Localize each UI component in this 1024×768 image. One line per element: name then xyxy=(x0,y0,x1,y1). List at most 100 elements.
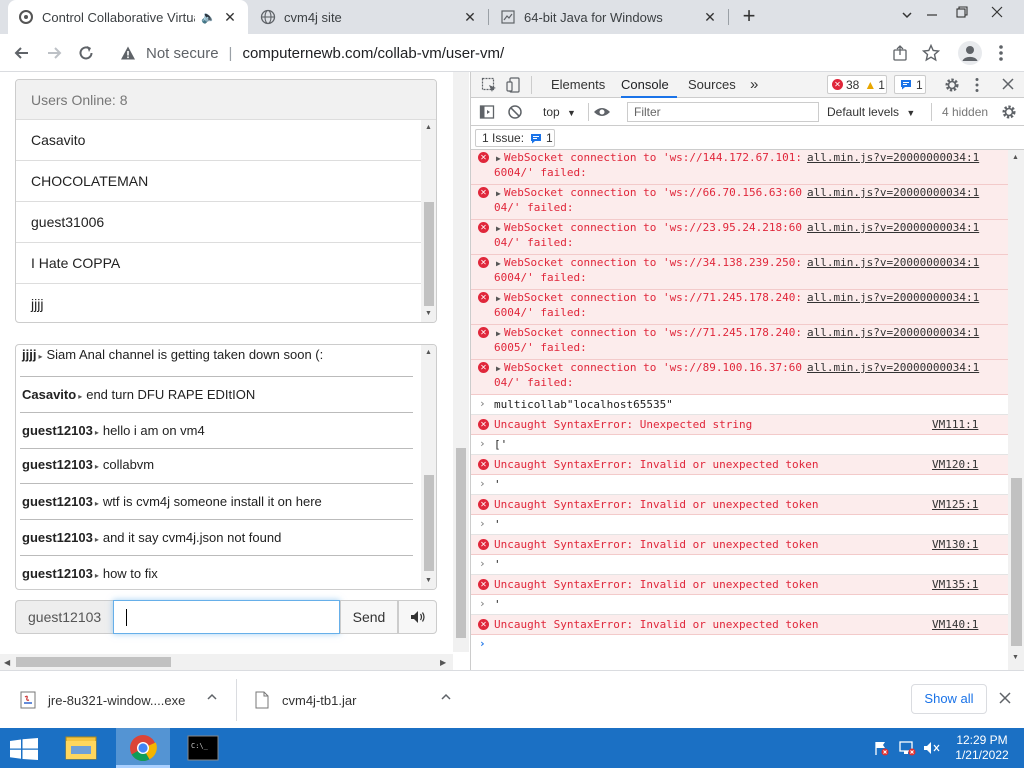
console-settings-gear-icon[interactable] xyxy=(1001,104,1017,120)
source-link[interactable]: all.min.js?v=20000000034:1 xyxy=(807,151,979,165)
tab-cvm4j-site[interactable]: cvm4j site ✕ xyxy=(250,0,488,34)
console-error-row[interactable]: ✕ ▶ WebSocket connection to 'ws://66.70.… xyxy=(471,185,1008,220)
devtools-settings-gear-icon[interactable] xyxy=(944,77,960,93)
console-input-echo[interactable]: › [' xyxy=(471,435,1008,455)
tab-64bit-java[interactable]: 64-bit Java for Windows ✕ xyxy=(490,0,728,34)
source-link[interactable]: VM120:1 xyxy=(932,458,978,472)
tab-console[interactable]: Console xyxy=(621,72,677,98)
scrollbar-thumb[interactable] xyxy=(1011,478,1022,646)
console-error-row[interactable]: ✕ ▶ WebSocket connection to 'ws://144.17… xyxy=(471,150,1008,185)
user-list-scrollbar[interactable]: ▲ ▼ xyxy=(421,120,436,322)
scroll-right-arrow-icon[interactable]: ▶ xyxy=(440,658,446,667)
console-input-echo[interactable]: › ' xyxy=(471,595,1008,615)
source-link[interactable]: VM140:1 xyxy=(932,618,978,632)
close-window-button[interactable] xyxy=(990,5,1004,19)
tab-elements[interactable]: Elements xyxy=(551,72,605,98)
download-item[interactable]: cvm4j-tb1.jar xyxy=(245,679,465,721)
command-prompt-icon[interactable]: C:\_ xyxy=(176,730,230,766)
chevron-up-icon[interactable] xyxy=(206,691,218,703)
console-error-row[interactable]: ✕ Uncaught SyntaxError: Invalid or unexp… xyxy=(471,615,1008,635)
scrollbar-thumb[interactable] xyxy=(16,657,171,667)
log-levels-dropdown[interactable]: Default levels ▼ xyxy=(827,105,915,119)
console-input-echo[interactable]: › ' xyxy=(471,515,1008,535)
close-devtools-icon[interactable] xyxy=(1001,77,1015,91)
scroll-up-arrow-icon[interactable]: ▲ xyxy=(425,349,432,356)
download-item[interactable]: jre-8u321-window....exe xyxy=(10,679,230,721)
tab-audio-icon[interactable]: 🔈 xyxy=(201,10,216,24)
not-secure-warning-icon[interactable] xyxy=(120,45,136,61)
console-error-row[interactable]: ✕ Uncaught SyntaxError: Invalid or unexp… xyxy=(471,455,1008,475)
show-sidebar-icon[interactable] xyxy=(479,104,495,120)
address-bar[interactable]: Not secure | computernewb.com/collab-vm/… xyxy=(112,37,950,69)
forward-arrow-icon[interactable] xyxy=(45,44,63,62)
scroll-down-arrow-icon[interactable]: ▼ xyxy=(1012,654,1019,661)
new-tab-button[interactable]: + xyxy=(738,5,760,27)
minimize-window-button[interactable] xyxy=(925,8,939,22)
more-tabs-icon[interactable]: » xyxy=(750,72,758,98)
tab-close-icon[interactable]: ✕ xyxy=(702,9,718,26)
expand-triangle-icon[interactable]: ▶ xyxy=(496,257,501,271)
source-link[interactable]: all.min.js?v=20000000034:1 xyxy=(807,186,979,200)
reload-icon[interactable] xyxy=(77,44,95,62)
console-error-row[interactable]: ✕ Uncaught SyntaxError: Unexpected strin… xyxy=(471,415,1008,435)
user-list-item[interactable]: guest31006 xyxy=(16,202,421,243)
url-text[interactable]: computernewb.com/collab-vm/user-vm/ xyxy=(242,45,504,62)
source-link[interactable]: VM111:1 xyxy=(932,418,978,432)
chat-scrollbar[interactable]: ▲ ▼ xyxy=(421,345,436,589)
source-link[interactable]: VM125:1 xyxy=(932,498,978,512)
send-button[interactable]: Send xyxy=(340,600,398,634)
devtools-menu-icon[interactable] xyxy=(974,77,980,93)
close-download-shelf-icon[interactable] xyxy=(999,692,1011,704)
system-clock[interactable]: 12:29 PM 1/21/2022 xyxy=(950,733,1014,763)
window-dropdown-icon[interactable] xyxy=(900,8,914,22)
console-error-row[interactable]: ✕ ▶ WebSocket connection to 'ws://89.100… xyxy=(471,360,1008,395)
source-link[interactable]: all.min.js?v=20000000034:1 xyxy=(807,326,979,340)
expand-triangle-icon[interactable]: ▶ xyxy=(496,152,501,166)
user-list-item[interactable]: jjjj xyxy=(16,284,421,322)
source-link[interactable]: all.min.js?v=20000000034:1 xyxy=(807,361,979,375)
scrollbar-thumb[interactable] xyxy=(456,448,466,638)
issues-button[interactable]: 1 Issue: 1 xyxy=(475,129,555,147)
source-link[interactable]: all.min.js?v=20000000034:1 xyxy=(807,221,979,235)
chevron-up-icon[interactable] xyxy=(440,691,452,703)
source-link[interactable]: VM130:1 xyxy=(932,538,978,552)
network-icon[interactable] xyxy=(898,740,916,756)
file-explorer-icon[interactable] xyxy=(57,730,105,766)
scroll-up-arrow-icon[interactable]: ▲ xyxy=(425,124,432,131)
browser-menu-icon[interactable] xyxy=(998,44,1004,62)
console-filter-input[interactable]: Filter xyxy=(627,102,819,122)
device-toolbar-icon[interactable] xyxy=(506,77,522,93)
live-expression-eye-icon[interactable] xyxy=(593,104,611,120)
console-error-row[interactable]: ✕ ▶ WebSocket connection to 'ws://71.245… xyxy=(471,290,1008,325)
scroll-down-arrow-icon[interactable]: ▼ xyxy=(425,577,432,584)
inspect-element-icon[interactable] xyxy=(481,77,497,93)
tab-sources[interactable]: Sources xyxy=(688,72,736,98)
back-arrow-icon[interactable] xyxy=(13,44,31,62)
security-label[interactable]: Not secure xyxy=(146,45,219,62)
scrollbar-thumb[interactable] xyxy=(424,475,434,571)
error-warning-counter[interactable]: ✕ 38 ▲ 1 xyxy=(827,75,887,94)
share-icon[interactable] xyxy=(892,45,908,61)
console-scrollbar[interactable]: ▲ ▼ xyxy=(1008,150,1024,670)
user-list-item[interactable]: Casavito xyxy=(16,120,421,161)
console-error-row[interactable]: ✕ Uncaught SyntaxError: Invalid or unexp… xyxy=(471,575,1008,595)
show-all-downloads-button[interactable]: Show all xyxy=(911,684,987,714)
source-link[interactable]: VM135:1 xyxy=(932,578,978,592)
console-error-row[interactable]: ✕ ▶ WebSocket connection to 'ws://71.245… xyxy=(471,325,1008,360)
page-horizontal-scrollbar[interactable]: ◀ ▶ xyxy=(0,654,453,670)
source-link[interactable]: all.min.js?v=20000000034:1 xyxy=(807,256,979,270)
source-link[interactable]: all.min.js?v=20000000034:1 xyxy=(807,291,979,305)
chat-input[interactable] xyxy=(113,600,340,634)
scroll-down-arrow-icon[interactable]: ▼ xyxy=(425,310,432,317)
console-error-row[interactable]: ✕ Uncaught SyntaxError: Invalid or unexp… xyxy=(471,535,1008,555)
page-vertical-scrollbar[interactable] xyxy=(453,72,469,652)
tab-control-collaborative-virtual[interactable]: Control Collaborative Virtual 🔈 ✕ xyxy=(8,0,248,34)
chrome-taskbar-icon[interactable] xyxy=(116,728,170,768)
windows-start-icon[interactable] xyxy=(10,738,38,760)
voice-button[interactable] xyxy=(398,600,437,634)
action-center-flag-icon[interactable] xyxy=(873,740,889,756)
tab-close-icon[interactable]: ✕ xyxy=(462,9,478,26)
expand-triangle-icon[interactable]: ▶ xyxy=(496,292,501,306)
context-selector[interactable]: top ▼ xyxy=(543,105,576,119)
expand-triangle-icon[interactable]: ▶ xyxy=(496,362,501,376)
